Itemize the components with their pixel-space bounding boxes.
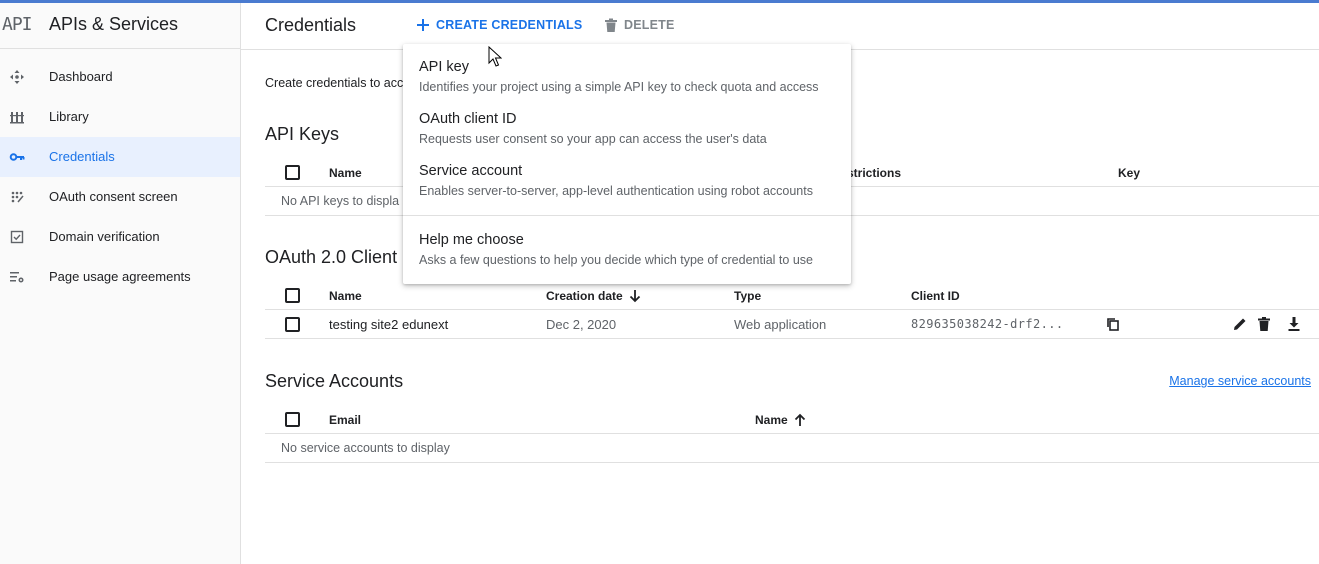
dashboard-icon	[10, 70, 24, 84]
sidebar-item-label: Dashboard	[49, 69, 113, 84]
page-title: Credentials	[265, 15, 357, 35]
client-name-link[interactable]: testing site2 edunext	[329, 317, 448, 332]
menu-item-help-me-choose[interactable]: Help me choose Asks a few questions to h…	[403, 225, 851, 277]
column-name[interactable]: Name	[755, 413, 806, 427]
arrow-up-icon	[794, 413, 805, 426]
sidebar-item-credentials[interactable]: Credentials	[0, 137, 240, 177]
page-header: Credentials CREATE CREDENTIALS DELETE	[241, 3, 1319, 50]
sidebar-nav: Dashboard Library Credentials OAuth cons…	[0, 57, 240, 297]
column-type[interactable]: Type	[734, 289, 761, 303]
delete-label: DELETE	[624, 18, 675, 32]
api-keys-title: API Keys	[265, 124, 340, 144]
menu-item-service-account[interactable]: Service account Enables server-to-server…	[403, 156, 851, 208]
library-icon	[10, 112, 24, 124]
creation-date: Dec 2, 2020	[546, 317, 617, 332]
mouse-cursor-icon	[488, 46, 502, 67]
client-id: 829635038242-drf2...	[911, 317, 1064, 331]
column-label: Name	[755, 413, 788, 427]
sidebar-item-dashboard[interactable]: Dashboard	[0, 57, 240, 97]
intro-text: Create credentials to acc	[265, 76, 404, 90]
menu-item-description: Identifies your project using a simple A…	[419, 80, 819, 94]
settings-list-icon	[10, 272, 24, 283]
sidebar-item-label: Library	[49, 109, 89, 124]
menu-item-title: Service account	[419, 163, 523, 179]
menu-item-title: OAuth client ID	[419, 111, 517, 127]
product-title: APIs & Services	[49, 14, 179, 34]
empty-row: No service accounts to display	[265, 434, 1319, 463]
empty-message: No service accounts to display	[281, 441, 450, 455]
brand-header: API APIs & Services	[0, 3, 240, 49]
create-credentials-button[interactable]: CREATE CREDENTIALS	[416, 15, 582, 35]
plus-icon	[417, 19, 429, 31]
sidebar-item-library[interactable]: Library	[0, 97, 240, 137]
select-all-checkbox[interactable]	[285, 288, 300, 303]
column-name[interactable]: Name	[329, 289, 362, 303]
table-header: Email Name	[265, 405, 1319, 434]
download-icon[interactable]	[1286, 316, 1302, 332]
edit-icon[interactable]	[1232, 316, 1248, 332]
table-row[interactable]: testing site2 edunext Dec 2, 2020 Web ap…	[265, 310, 1319, 339]
create-credentials-label: CREATE CREDENTIALS	[436, 18, 583, 32]
service-accounts-table: Email Name No service accounts to displa…	[265, 405, 1319, 463]
row-checkbox[interactable]	[285, 317, 300, 332]
menu-item-title: Help me choose	[419, 232, 524, 248]
api-logo: API	[2, 14, 32, 35]
trash-icon	[605, 18, 617, 32]
sidebar-item-label: Credentials	[49, 149, 115, 164]
service-accounts-title: Service Accounts	[265, 371, 404, 391]
empty-message: No API keys to displa	[281, 194, 400, 208]
column-client-id[interactable]: Client ID	[911, 289, 960, 303]
menu-item-description: Requests user consent so your app can ac…	[419, 132, 767, 146]
oauth-title: OAuth 2.0 Client I	[265, 247, 408, 267]
column-name[interactable]: Name	[329, 166, 362, 180]
column-label: Creation date	[546, 289, 623, 303]
menu-divider	[403, 215, 851, 216]
oauth-table: Name Creation date Type Client ID testin…	[265, 281, 1319, 339]
column-creation-date[interactable]: Creation date	[546, 289, 641, 303]
column-key[interactable]: Key	[1118, 166, 1140, 180]
trash-icon[interactable]	[1256, 316, 1272, 332]
menu-item-oauth-client-id[interactable]: OAuth client ID Requests user consent so…	[403, 104, 851, 156]
menu-item-description: Enables server-to-server, app-level auth…	[419, 184, 813, 198]
client-type: Web application	[734, 317, 827, 332]
create-credentials-menu: API key Identifies your project using a …	[403, 44, 851, 284]
copy-icon[interactable]	[1105, 316, 1121, 332]
menu-item-title: API key	[419, 59, 469, 75]
arrow-down-icon	[629, 290, 640, 303]
select-all-checkbox[interactable]	[285, 412, 300, 427]
sidebar-item-page-usage[interactable]: Page usage agreements	[0, 257, 240, 297]
sidebar-item-oauth-consent[interactable]: OAuth consent screen	[0, 177, 240, 217]
sidebar-item-label: Page usage agreements	[49, 269, 191, 284]
checkbox-icon	[10, 230, 24, 244]
select-all-checkbox[interactable]	[285, 165, 300, 180]
column-email[interactable]: Email	[329, 413, 361, 427]
key-icon	[9, 153, 25, 161]
sidebar: API APIs & Services Dashboard Library Cr…	[0, 3, 241, 564]
menu-item-description: Asks a few questions to help you decide …	[419, 253, 813, 267]
table-header: Name Creation date Type Client ID	[265, 281, 1319, 310]
manage-service-accounts-link[interactable]: Manage service accounts	[1169, 374, 1311, 388]
delete-button[interactable]: DELETE	[604, 15, 675, 35]
column-restrictions[interactable]: strictions	[847, 166, 901, 180]
menu-item-api-key[interactable]: API key Identifies your project using a …	[403, 52, 851, 104]
sidebar-item-label: OAuth consent screen	[49, 189, 178, 204]
consent-icon	[11, 191, 24, 203]
sidebar-item-label: Domain verification	[49, 229, 160, 244]
sidebar-item-domain-verification[interactable]: Domain verification	[0, 217, 240, 257]
